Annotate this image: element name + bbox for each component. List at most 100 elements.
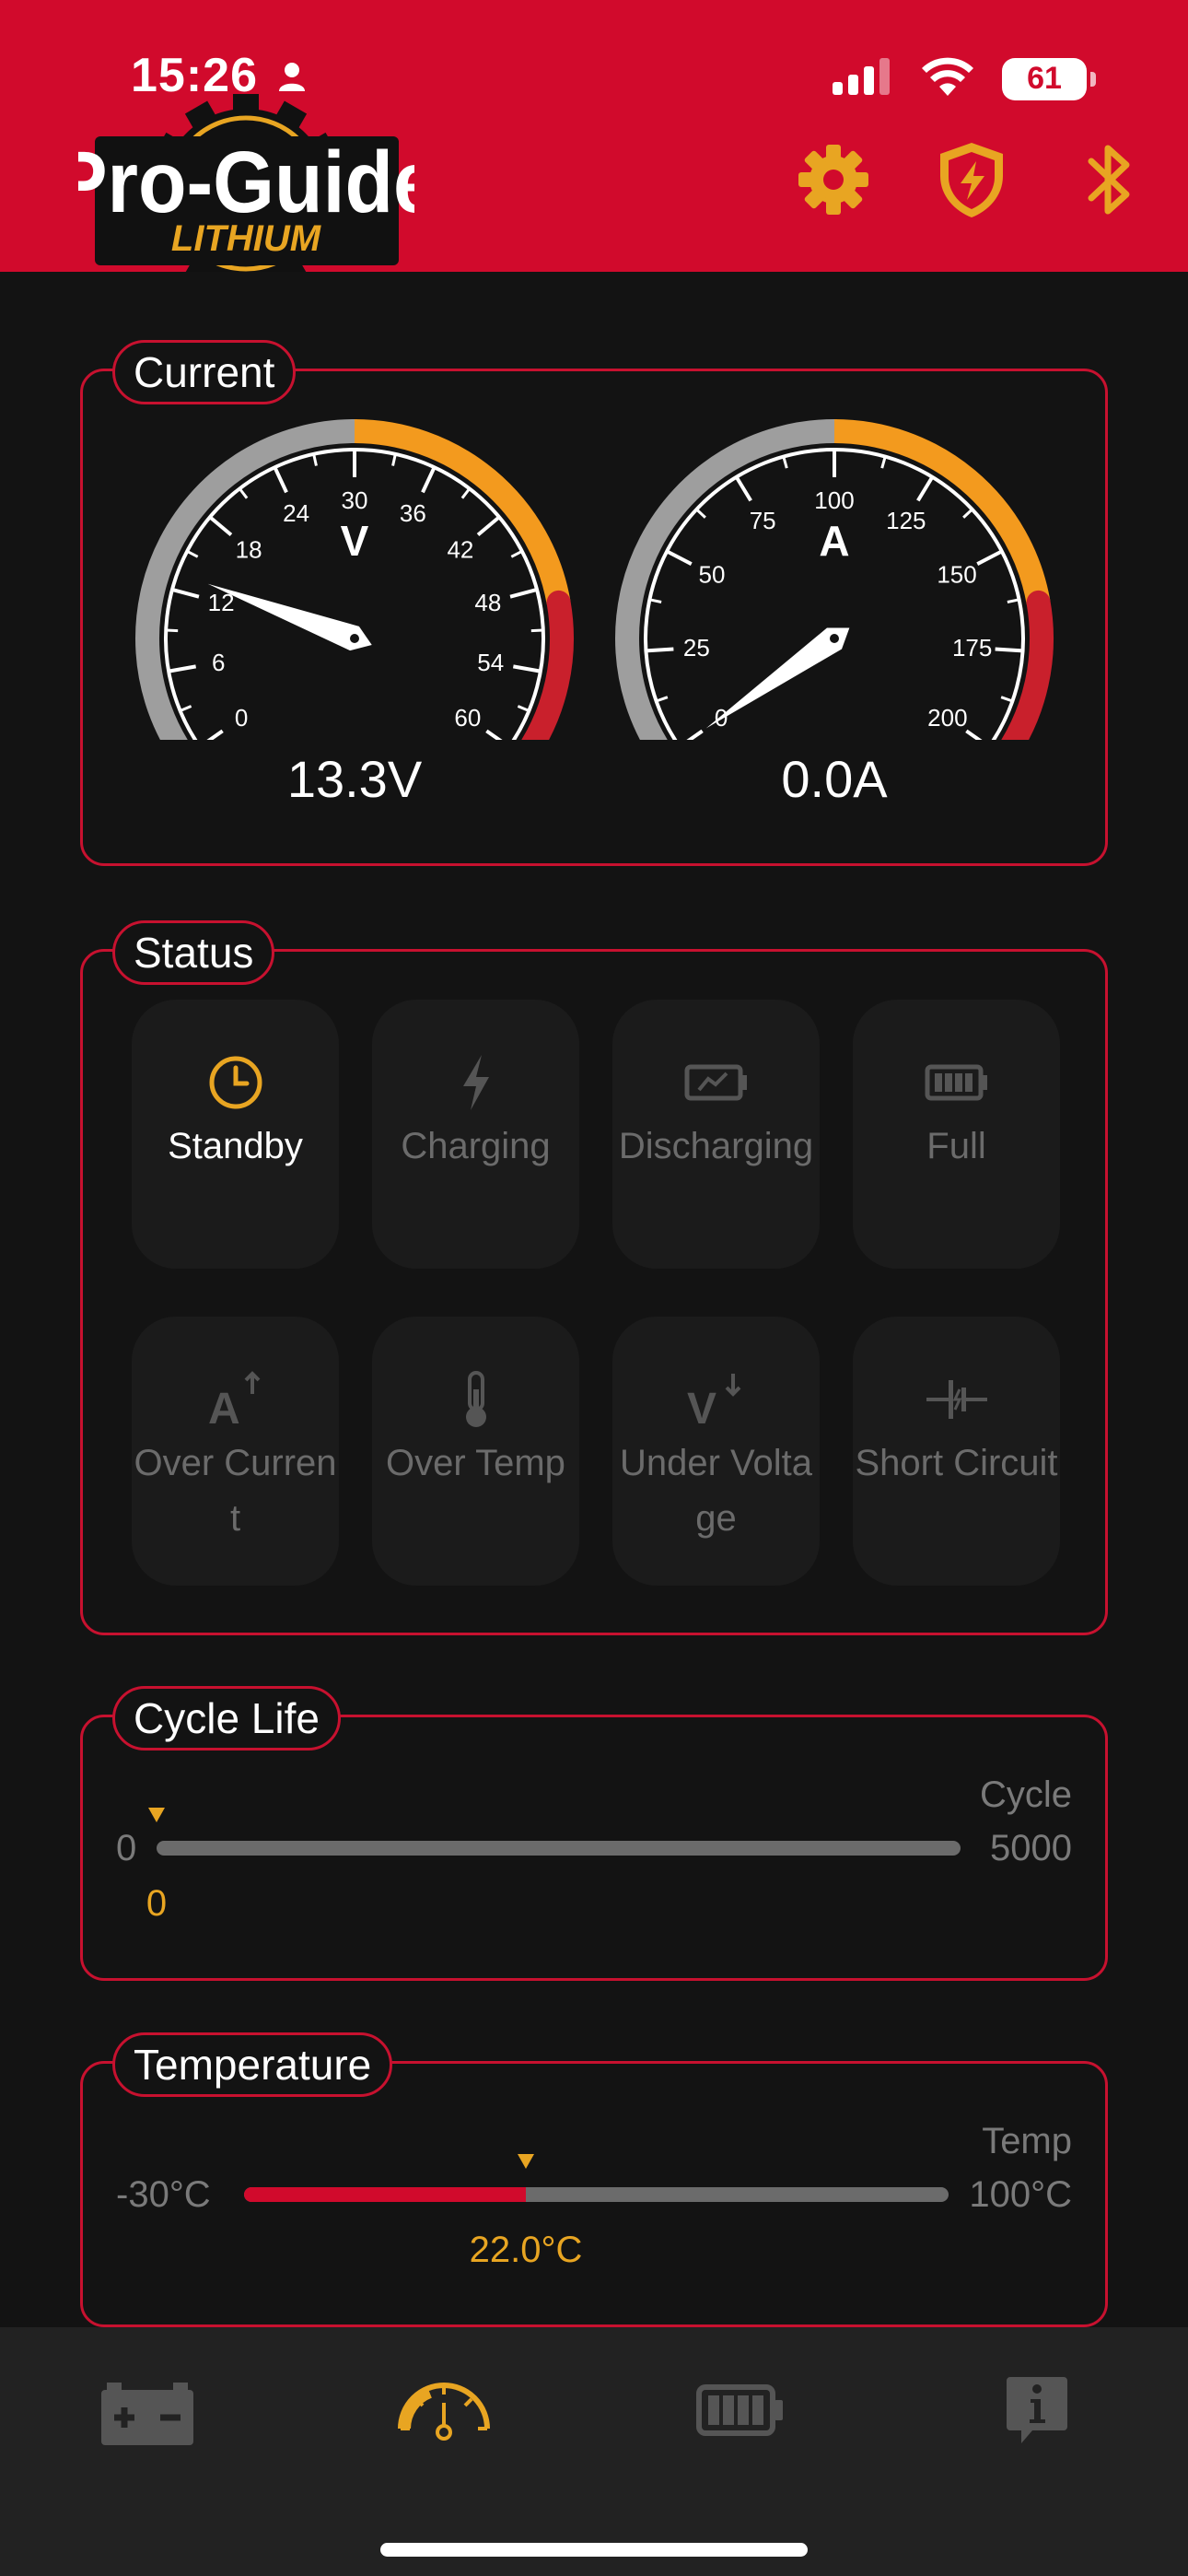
volt-down-icon: V <box>687 1367 746 1432</box>
gauge-unit: V <box>341 517 369 565</box>
status-tile-discharging[interactable]: Discharging <box>612 1000 820 1269</box>
svg-text:V: V <box>687 1385 716 1429</box>
gauge-tick <box>168 664 197 673</box>
current-panel-title: Current <box>112 340 297 404</box>
status-tile-over-temp[interactable]: Over Temp <box>372 1317 579 1586</box>
temperature-bar <box>244 2187 949 2202</box>
status-tile-full[interactable]: Full <box>853 1000 1060 1269</box>
voltage-readout: 13.3V <box>286 750 423 808</box>
info-icon[interactable] <box>982 2364 1092 2456</box>
battery-full-icon <box>925 1050 989 1115</box>
gauge-arc-orange <box>354 419 571 605</box>
gear-icon[interactable] <box>792 138 875 221</box>
temp-max-label: 100°C <box>969 2174 1072 2215</box>
gauge-minor-tick <box>962 508 973 519</box>
bluetooth-icon[interactable] <box>1068 138 1151 221</box>
battery-terminals-icon[interactable] <box>92 2364 203 2456</box>
shield-bolt-icon[interactable] <box>930 138 1013 221</box>
amp-up-icon: A <box>206 1367 265 1432</box>
gauge-unit: A <box>819 517 849 565</box>
current-panel: Current 06121824303642485460V 13.3V 0255… <box>80 340 1108 866</box>
gauge-tick-label: 200 <box>927 704 967 732</box>
status-tile-label: Standby <box>168 1126 303 1166</box>
status-tile-standby[interactable]: Standby <box>132 1000 339 1269</box>
status-tile-label: Discharging <box>618 1126 814 1166</box>
gauge-tick-label: 30 <box>342 486 368 514</box>
gauge-arc-gray <box>135 419 367 770</box>
gauge-tick <box>995 647 1023 653</box>
temperature-value: 22.0°C <box>469 2230 583 2270</box>
temperature-marker <box>518 2154 534 2169</box>
home-indicator[interactable] <box>380 2543 808 2557</box>
gauge-tick-label: 50 <box>698 561 725 589</box>
gauge-minor-tick <box>1007 598 1019 603</box>
status-indicators: 61 <box>833 57 1096 100</box>
status-tile-label: Full <box>926 1126 986 1166</box>
status-tile-over-current[interactable]: A Over Current <box>132 1317 339 1586</box>
gauge-minor-tick <box>1000 696 1013 703</box>
status-tile-charging[interactable]: Charging <box>372 1000 579 1269</box>
gauge-tick <box>476 515 501 537</box>
status-tile-label: Over Current <box>134 1443 337 1539</box>
clock-icon <box>208 1050 263 1115</box>
logo-subtitle: LITHIUM <box>171 218 322 259</box>
gauge-tick <box>509 588 538 599</box>
gauge-minor-tick <box>180 705 192 712</box>
gauge-tick <box>965 729 991 749</box>
gauge-tick-label: 48 <box>474 589 501 616</box>
cycle-life-marker <box>148 1808 165 1822</box>
status-tile-under-voltage[interactable]: V Under Voltage <box>612 1317 820 1586</box>
gauge-arc-gray <box>615 419 846 770</box>
amperage-readout: 0.0A <box>781 750 888 808</box>
gauge-minor-tick <box>656 696 669 703</box>
gauge-minor-tick <box>782 456 788 469</box>
gauge-needle <box>705 627 850 729</box>
status-tile-label: Over Temp <box>386 1443 565 1483</box>
cycle-life-title: Cycle Life <box>112 1686 341 1751</box>
status-tiles: Standby Charging Discharging Full A Over… <box>132 1000 1060 1586</box>
gauge-minor-tick <box>460 487 471 499</box>
temperature-title: Temperature <box>112 2032 393 2097</box>
gauge-tick <box>171 588 200 599</box>
gauge-icon[interactable] <box>389 2364 499 2456</box>
gauge-tick <box>976 549 1003 566</box>
bottom-nav <box>0 2327 1188 2576</box>
battery-icon[interactable] <box>685 2364 796 2456</box>
temp-unit-label: Temp <box>982 2121 1072 2161</box>
gauge-tick <box>666 549 693 566</box>
status-tile-label: Charging <box>401 1126 551 1166</box>
gauge-minor-tick <box>695 508 706 519</box>
gauge-tick <box>485 729 511 749</box>
gauge-tick <box>734 475 752 502</box>
gauge-needle-hub <box>830 634 839 643</box>
gauge-tick-label: 54 <box>477 649 504 676</box>
gauge-needle <box>207 583 372 651</box>
cycle-max-label: 5000 <box>990 1828 1072 1868</box>
gauge-tick-label: 0 <box>235 704 248 732</box>
gauge-tick <box>421 466 437 494</box>
gauge-minor-tick <box>510 550 523 558</box>
gauge-tick <box>273 466 288 494</box>
temperature-bar-fill <box>244 2187 526 2202</box>
gauge-minor-tick <box>166 628 179 633</box>
gauge-tick-label: 18 <box>236 536 262 564</box>
gauge-tick <box>646 647 674 653</box>
temperature-panel: Temperature Temp -30°C 100°C 22.0°C <box>80 2032 1108 2327</box>
battery-discharge-icon <box>684 1050 749 1115</box>
cycle-life-panel: Cycle Life Cycle 0 5000 0 <box>80 1686 1108 1981</box>
voltage-gauge: 0 6 12 18 24 30 36 42 48 54 60 V <box>124 408 585 770</box>
gauge-tick-label: 42 <box>447 536 473 564</box>
status-tile-short-circuit[interactable]: Short Circuit <box>853 1317 1060 1586</box>
gauge-tick-label: 175 <box>952 634 992 662</box>
gauge-tick <box>512 664 542 673</box>
gauge-minor-tick <box>530 628 543 633</box>
gauge-minor-tick <box>880 456 887 469</box>
svg-text:A: A <box>208 1385 240 1429</box>
amperage-gauge: 0255075100125150175200A <box>604 408 1065 770</box>
gauge-tick-label: 24 <box>283 499 309 527</box>
gauge-tick-label: 150 <box>937 561 976 589</box>
gauge-tick-label: 6 <box>212 649 225 676</box>
pro-guide-logo: Pro-Guide LITHIUM <box>54 92 437 293</box>
gauge-tick-label: 125 <box>886 507 926 534</box>
bolt-icon <box>458 1050 495 1115</box>
